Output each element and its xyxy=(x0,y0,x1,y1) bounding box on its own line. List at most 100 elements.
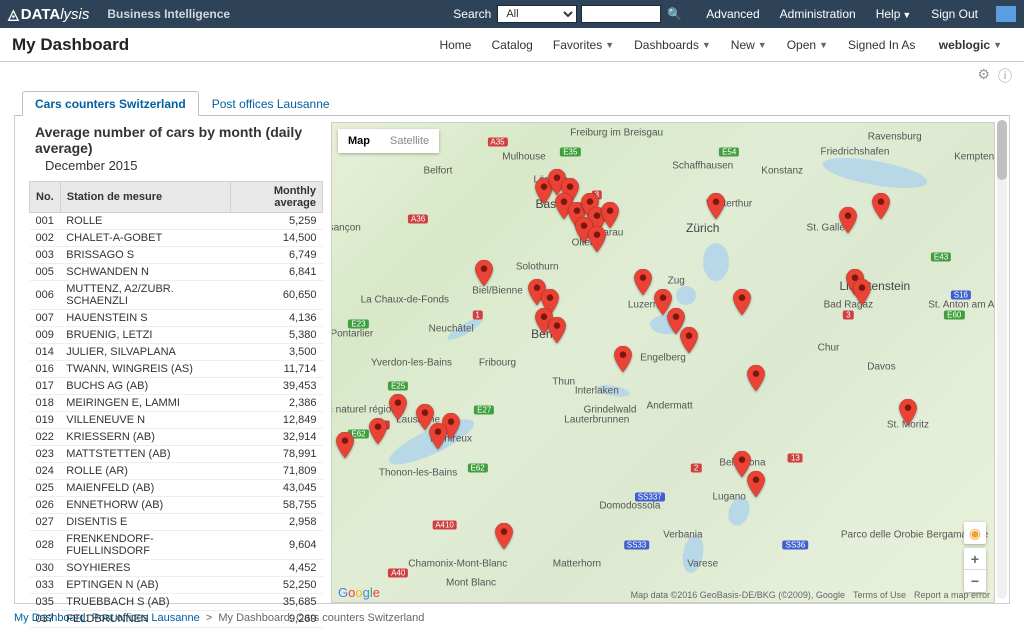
road-badge: E60 xyxy=(944,310,964,319)
map-pin-icon[interactable] xyxy=(839,207,857,233)
col-no[interactable]: No. xyxy=(30,182,61,213)
map-pin-icon[interactable] xyxy=(601,202,619,228)
city-label: St. Anton am Arlberg xyxy=(928,300,995,311)
table-row[interactable]: 014JULIER, SILVAPLANA3,500 xyxy=(30,344,323,361)
map-pin-icon[interactable] xyxy=(680,327,698,353)
table-row[interactable]: 026ENNETHORW (AB)58,755 xyxy=(30,497,323,514)
col-station[interactable]: Station de mesure xyxy=(60,182,230,213)
table-row[interactable]: 005SCHWANDEN N6,841 xyxy=(30,264,323,281)
signout-link[interactable]: Sign Out xyxy=(931,7,978,21)
lake-shape xyxy=(445,315,484,343)
table-row[interactable]: 027DISENTIS E2,958 xyxy=(30,514,323,531)
brand-prefix: DATA xyxy=(21,6,60,23)
help-link[interactable]: Help▼ xyxy=(876,7,912,21)
nav-home[interactable]: Home xyxy=(439,38,471,52)
map-pin-icon[interactable] xyxy=(369,418,387,444)
road-badge: SS33 xyxy=(624,540,650,549)
map-pin-icon[interactable] xyxy=(872,193,890,219)
road-badge: A36 xyxy=(408,214,428,223)
city-label: Varese xyxy=(687,558,718,569)
map-pin-icon[interactable] xyxy=(548,317,566,343)
brand-logo[interactable]: ◬ DATAlysis xyxy=(8,6,89,23)
table-row[interactable]: 024ROLLE (AR)71,809 xyxy=(30,463,323,480)
map-pin-icon[interactable] xyxy=(389,394,407,420)
scrollbar-vertical[interactable] xyxy=(997,120,1007,599)
table-row[interactable]: 037FELDBRUNNEN9,269 xyxy=(30,611,323,628)
table-row[interactable]: 030SOYHIERES4,452 xyxy=(30,560,323,577)
nav-dashboards[interactable]: Dashboards▼ xyxy=(634,38,711,52)
table-row[interactable]: 028FRENKENDORF-FUELLINSDORF9,604 xyxy=(30,531,323,560)
report-subtitle: December 2015 xyxy=(29,156,323,181)
nav-catalog[interactable]: Catalog xyxy=(491,38,532,52)
user-menu[interactable]: weblogic▼ xyxy=(939,38,1002,52)
lake-shape xyxy=(821,152,929,194)
map-pin-icon[interactable] xyxy=(853,279,871,305)
search-icon[interactable]: 🔍 xyxy=(667,7,682,21)
map-pin-icon[interactable] xyxy=(733,289,751,315)
map-pin-icon[interactable] xyxy=(747,365,765,391)
table-row[interactable]: 018MEIRINGEN E, LAMMI2,386 xyxy=(30,395,323,412)
search-input[interactable] xyxy=(581,5,661,23)
road-badge: E25 xyxy=(388,382,408,391)
map-pin-icon[interactable] xyxy=(747,471,765,497)
table-row[interactable]: 001ROLLE5,259 xyxy=(30,213,323,230)
map-pin-icon[interactable] xyxy=(336,432,354,458)
city-label: Mulhouse xyxy=(502,151,545,162)
tab-0[interactable]: Cars counters Switzerland xyxy=(22,91,199,116)
city-label: Pontarlier xyxy=(331,328,373,339)
zoom-out-button[interactable]: − xyxy=(964,570,986,592)
map-report-error-link[interactable]: Report a map error xyxy=(914,590,990,600)
search-label: Search xyxy=(453,7,491,21)
nav-favorites[interactable]: Favorites▼ xyxy=(553,38,614,52)
app-switcher-button[interactable] xyxy=(996,6,1016,22)
map-attribution: Map data ©2016 GeoBasis-DE/BKG (©2009), … xyxy=(631,590,845,600)
table-row[interactable]: 023MATTSTETTEN (AB)78,991 xyxy=(30,446,323,463)
road-badge: SS36 xyxy=(783,540,809,549)
advanced-link[interactable]: Advanced xyxy=(706,7,759,21)
table-row[interactable]: 035TRUEBBACH S (AB)35,685 xyxy=(30,594,323,611)
map-type-control: Map Satellite xyxy=(338,129,439,153)
scrollbar-thumb[interactable] xyxy=(997,120,1007,180)
col-avg[interactable]: Monthly average xyxy=(230,182,322,213)
table-row[interactable]: 016TWANN, WINGREIS (AS)11,714 xyxy=(30,361,323,378)
map-pin-icon[interactable] xyxy=(429,423,447,449)
administration-link[interactable]: Administration xyxy=(780,7,856,21)
google-logo[interactable]: Google xyxy=(338,585,380,600)
map-pin-icon[interactable] xyxy=(634,269,652,295)
map-pin-icon[interactable] xyxy=(495,523,513,549)
zoom-in-button[interactable]: + xyxy=(964,548,986,570)
city-label: Zug xyxy=(668,276,685,287)
table-row[interactable]: 022KRIESSERN (AB)32,914 xyxy=(30,429,323,446)
gear-icon[interactable]: ⚙ xyxy=(977,66,990,86)
tab-1[interactable]: Post offices Lausanne xyxy=(199,91,343,115)
map-canvas[interactable]: MulhouseFreiburg im BreisgauBaselZürichB… xyxy=(332,123,994,602)
map-type-satellite[interactable]: Satellite xyxy=(380,129,439,153)
pegman-button[interactable]: ◉ xyxy=(964,522,986,544)
table-row[interactable]: 025MAIENFELD (AB)43,045 xyxy=(30,480,323,497)
city-label: Mont Blanc xyxy=(446,577,496,588)
map-pin-icon[interactable] xyxy=(707,193,725,219)
table-row[interactable]: 002CHALET-A-GOBET14,500 xyxy=(30,230,323,247)
table-row[interactable]: 033EPTINGEN N (AB)52,250 xyxy=(30,577,323,594)
map-pin-icon[interactable] xyxy=(475,260,493,286)
table-row[interactable]: 003BRISSAGO S6,749 xyxy=(30,247,323,264)
table-row[interactable]: 007HAUENSTEIN S4,136 xyxy=(30,310,323,327)
map-terms-link[interactable]: Terms of Use xyxy=(853,590,906,600)
map-type-map[interactable]: Map xyxy=(338,129,380,153)
road-badge: E27 xyxy=(474,406,494,415)
help-icon[interactable]: ⓘ xyxy=(998,66,1012,86)
nav-new[interactable]: New▼ xyxy=(731,38,767,52)
table-row[interactable]: 019VILLENEUVE N12,849 xyxy=(30,412,323,429)
table-row[interactable]: 017BUCHS AG (AB)39,453 xyxy=(30,378,323,395)
map-pin-icon[interactable] xyxy=(614,346,632,372)
tab-bar: Cars counters SwitzerlandPost offices La… xyxy=(14,90,1010,116)
search-scope-select[interactable]: All xyxy=(497,5,577,23)
map-pin-icon[interactable] xyxy=(899,399,917,425)
nav-open[interactable]: Open▼ xyxy=(787,38,828,52)
road-badge: 3 xyxy=(843,310,853,319)
table-row[interactable]: 006MUTTENZ, A2/ZUBR. SCHAENZLI60,650 xyxy=(30,281,323,310)
map-pane[interactable]: MulhouseFreiburg im BreisgauBaselZürichB… xyxy=(331,122,995,603)
map-pin-icon[interactable] xyxy=(588,226,606,252)
table-row[interactable]: 009BRUENIG, LETZI5,380 xyxy=(30,327,323,344)
lake-shape xyxy=(680,534,706,575)
